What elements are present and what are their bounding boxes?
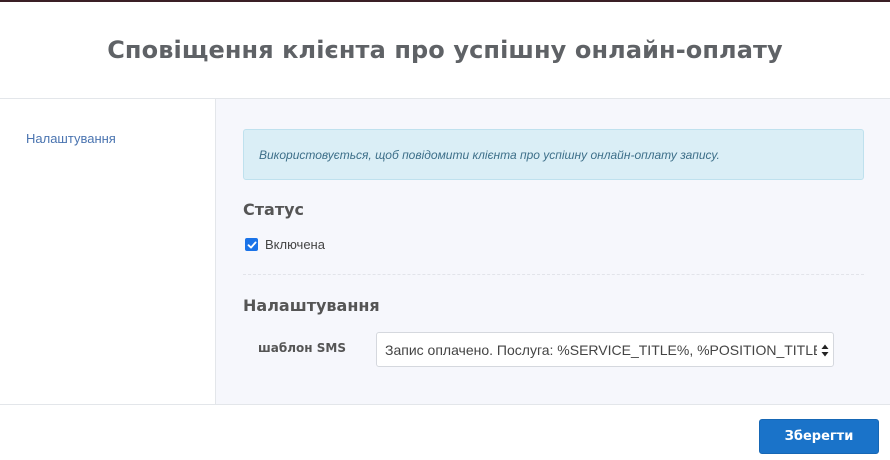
select-arrows-icon [821,344,829,357]
sms-template-select[interactable]: Запис оплачено. Послуга: %SERVICE_TITLE%… [376,332,834,367]
modal-body: Налаштування Використовується, щоб повід… [0,99,890,404]
check-icon [247,241,256,248]
info-alert: Використовується, щоб повідомити клієнта… [243,129,864,180]
settings-content: Використовується, щоб повідомити клієнта… [216,99,890,404]
sidebar-item-settings[interactable]: Налаштування [26,131,215,146]
sidebar: Налаштування [0,99,216,404]
info-alert-text: Використовується, щоб повідомити клієнта… [259,147,720,162]
modal-title: Сповіщення клієнта про успішну онлайн-оп… [107,36,783,64]
modal-header: Сповіщення клієнта про успішну онлайн-оп… [0,2,890,99]
sms-template-label: шаблон SMS [258,340,346,355]
sms-template-value: Запис оплачено. Послуга: %SERVICE_TITLE%… [385,341,817,358]
enabled-checkbox-row[interactable]: Включена [245,237,864,252]
enabled-checkbox-label[interactable]: Включена [265,237,325,252]
settings-section-title: Налаштування [243,296,380,315]
sms-template-field: шаблон SMS Запис оплачено. Послуга: %SER… [243,332,864,367]
status-section-title: Статус [243,200,304,219]
enabled-checkbox[interactable] [245,238,258,251]
modal-footer: Зберегти [0,404,890,460]
section-divider [243,274,864,275]
save-button[interactable]: Зберегти [759,419,879,454]
